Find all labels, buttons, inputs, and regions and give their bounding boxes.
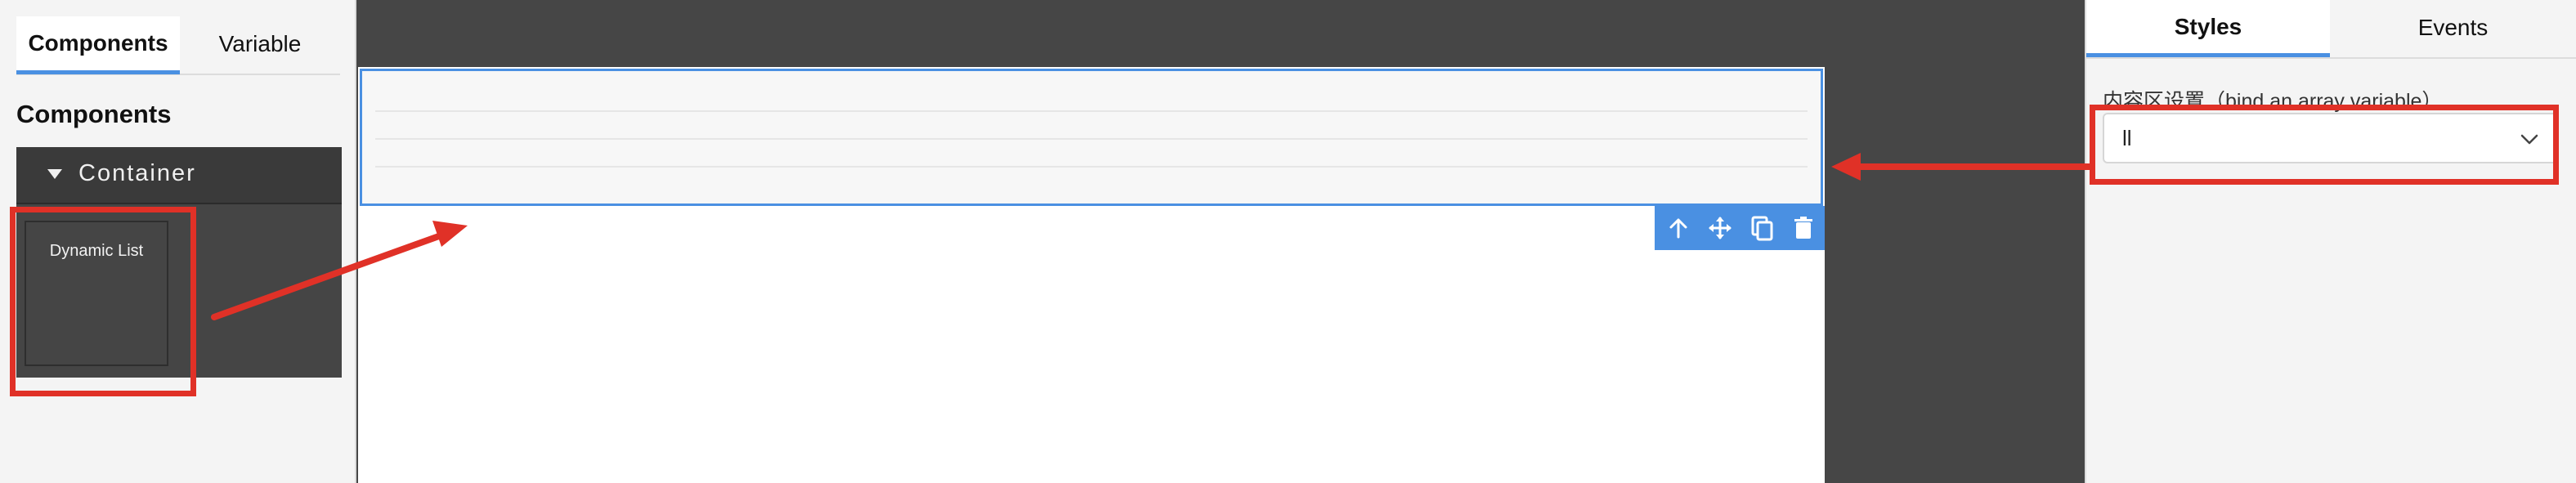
list-row-divider bbox=[375, 166, 1808, 168]
dynamic-list-block[interactable] bbox=[360, 69, 1823, 206]
annotation-box-dynamic-list bbox=[10, 207, 196, 396]
caret-down-icon bbox=[47, 169, 62, 179]
components-heading: Components bbox=[16, 100, 172, 128]
component-toolbar bbox=[1655, 206, 1825, 250]
list-row-divider bbox=[375, 110, 1808, 112]
tabs-divider bbox=[2086, 57, 2576, 59]
container-group-label: Container bbox=[78, 160, 196, 186]
copy-icon[interactable] bbox=[1746, 212, 1777, 244]
annotation-box-select bbox=[2090, 105, 2559, 185]
tab-events[interactable]: Events bbox=[2330, 0, 2576, 56]
properties-panel: Styles Events 内容区设置（bind an array variab… bbox=[2085, 0, 2576, 483]
delete-icon[interactable] bbox=[1788, 212, 1819, 244]
tab-styles[interactable]: Styles bbox=[2086, 0, 2330, 57]
move-icon[interactable] bbox=[1705, 212, 1736, 244]
tab-components[interactable]: Components bbox=[16, 16, 180, 74]
left-tabs: Components Variable bbox=[16, 16, 340, 75]
tab-variable[interactable]: Variable bbox=[180, 16, 340, 72]
container-group-header[interactable]: Container bbox=[16, 147, 342, 204]
list-row-divider bbox=[375, 138, 1808, 140]
arrow-up-icon[interactable] bbox=[1663, 212, 1694, 244]
